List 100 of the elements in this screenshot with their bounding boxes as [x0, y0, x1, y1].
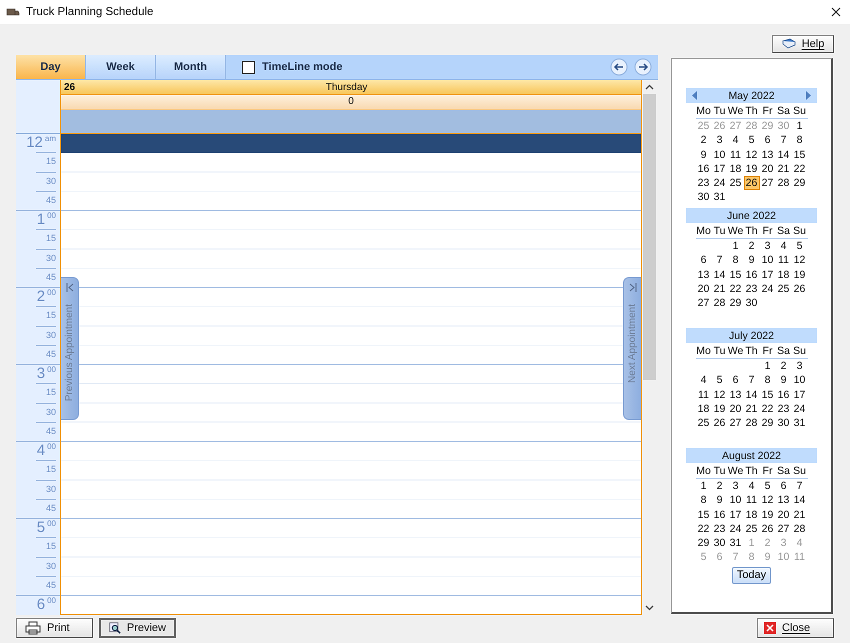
view-tab[interactable]: Week	[86, 55, 156, 79]
calendar-day[interactable]: 8	[728, 253, 744, 268]
calendar-day[interactable]: 14	[712, 268, 728, 282]
calendar-day[interactable]: 13	[696, 268, 712, 282]
calendar-day[interactable]: 22	[696, 522, 712, 536]
calendar-day[interactable]: 3	[760, 239, 776, 254]
calendar-day[interactable]: 3	[792, 359, 808, 374]
calendar-day[interactable]: 2	[744, 239, 760, 254]
calendar-day[interactable]: 9	[776, 373, 792, 388]
calendar-day[interactable]: 11	[696, 388, 712, 402]
calendar-day[interactable]: 23	[776, 402, 792, 416]
calendar-day[interactable]: 15	[696, 508, 712, 522]
calendar-day[interactable]: 7	[744, 373, 760, 388]
previous-month-icon[interactable]	[692, 91, 698, 100]
calendar-day[interactable]: 6	[760, 133, 776, 148]
calendar-day[interactable]: 13	[760, 148, 776, 162]
calendar-day[interactable]: 17	[728, 508, 744, 522]
calendar-day[interactable]: 26	[744, 176, 760, 190]
calendar-day[interactable]: 11	[728, 148, 744, 162]
calendar-day[interactable]: 14	[792, 493, 808, 508]
calendar-day[interactable]: 30	[744, 296, 760, 310]
calendar-day[interactable]: 21	[792, 508, 808, 522]
calendar-day[interactable]: 24	[728, 522, 744, 536]
calendar-day[interactable]: 20	[760, 162, 776, 176]
calendar-day[interactable]: 19	[760, 508, 776, 522]
next-month-icon[interactable]	[805, 91, 811, 100]
calendar-day[interactable]: 17	[712, 162, 728, 176]
calendar-day[interactable]: 15	[760, 388, 776, 402]
calendar-day[interactable]: 28	[776, 176, 792, 190]
calendar-day[interactable]: 29	[792, 176, 808, 190]
calendar-day[interactable]: 10	[712, 148, 728, 162]
calendar-day[interactable]: 25	[744, 522, 760, 536]
calendar-day[interactable]: 7	[712, 253, 728, 268]
calendar-day[interactable]: 4	[728, 133, 744, 148]
calendar-day[interactable]: 8	[792, 133, 808, 148]
calendar-day[interactable]: 4	[776, 239, 792, 254]
calendar-day[interactable]: 1	[728, 239, 744, 254]
calendar-day[interactable]: 31	[728, 536, 744, 550]
calendar-day[interactable]: 6	[776, 479, 792, 494]
calendar-day[interactable]: 20	[728, 402, 744, 416]
calendar-day[interactable]: 10	[792, 373, 808, 388]
close-button[interactable]: Close	[757, 618, 834, 638]
calendar-day[interactable]: 5	[744, 133, 760, 148]
calendar-day[interactable]: 27	[760, 176, 776, 190]
calendar-day[interactable]: 5	[792, 239, 808, 254]
calendar-day[interactable]: 31	[712, 190, 728, 205]
calendar-day[interactable]: 22	[760, 402, 776, 416]
print-button[interactable]: Print	[16, 618, 93, 638]
calendar-day[interactable]: 18	[728, 162, 744, 176]
calendar-day[interactable]: 9	[744, 253, 760, 268]
calendar-day[interactable]: 12	[712, 388, 728, 402]
calendar-day[interactable]: 30	[712, 536, 728, 550]
calendar-day[interactable]: 21	[776, 162, 792, 176]
calendar-day[interactable]: 15	[792, 148, 808, 162]
calendar-day[interactable]: 29	[696, 536, 712, 550]
calendar-day[interactable]: 11	[744, 493, 760, 508]
selected-time-slot[interactable]	[61, 134, 641, 154]
calendar-day[interactable]: 27	[696, 296, 712, 310]
calendar-day[interactable]: 16	[696, 162, 712, 176]
calendar-day[interactable]: 26	[792, 282, 808, 296]
calendar-day[interactable]: 16	[712, 508, 728, 522]
calendar-day[interactable]: 12	[744, 148, 760, 162]
calendar-day[interactable]: 3	[728, 479, 744, 494]
calendar-day[interactable]: 1	[696, 479, 712, 494]
calendar-day[interactable]: 11	[776, 253, 792, 268]
calendar-day[interactable]: 6	[696, 253, 712, 268]
calendar-day[interactable]: 7	[792, 479, 808, 494]
calendar-day[interactable]: 29	[760, 416, 776, 430]
calendar-day[interactable]: 13	[728, 388, 744, 402]
calendar-day[interactable]: 10	[728, 493, 744, 508]
calendar-day[interactable]: 19	[712, 402, 728, 416]
calendar-day[interactable]: 16	[744, 268, 760, 282]
calendar-day[interactable]: 4	[696, 373, 712, 388]
calendar-day[interactable]: 6	[728, 373, 744, 388]
calendar-day[interactable]: 25	[728, 176, 744, 190]
preview-button[interactable]: Preview	[99, 618, 176, 638]
calendar-day[interactable]: 2	[776, 359, 792, 374]
calendar-day[interactable]: 31	[792, 416, 808, 430]
calendar-day[interactable]: 22	[728, 282, 744, 296]
calendar-day[interactable]: 28	[792, 522, 808, 536]
calendar-day[interactable]: 2	[696, 133, 712, 148]
calendar-day[interactable]: 22	[792, 162, 808, 176]
calendar-day[interactable]: 2	[712, 479, 728, 494]
calendar-day[interactable]: 7	[776, 133, 792, 148]
calendar-day[interactable]: 28	[744, 416, 760, 430]
calendar-day[interactable]: 14	[776, 148, 792, 162]
close-icon[interactable]	[831, 7, 841, 17]
calendar-day[interactable]: 8	[696, 493, 712, 508]
calendar-day[interactable]: 21	[712, 282, 728, 296]
calendar-day[interactable]: 15	[728, 268, 744, 282]
calendar-day[interactable]: 24	[792, 402, 808, 416]
calendar-day[interactable]: 24	[712, 176, 728, 190]
calendar-day[interactable]: 19	[792, 268, 808, 282]
calendar-day[interactable]: 23	[712, 522, 728, 536]
calendar-day[interactable]: 5	[712, 373, 728, 388]
today-button[interactable]: Today	[732, 566, 772, 584]
checkbox[interactable]	[242, 60, 255, 74]
calendar-day[interactable]: 28	[712, 296, 728, 310]
calendar-day[interactable]: 25	[776, 282, 792, 296]
calendar-day[interactable]: 1	[792, 119, 808, 134]
